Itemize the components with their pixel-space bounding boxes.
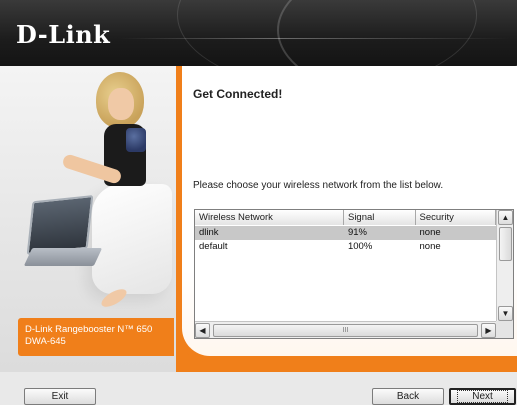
photo-person — [108, 88, 134, 120]
network-name: dlink — [199, 227, 219, 238]
network-security: none — [419, 241, 441, 252]
network-name: default — [199, 241, 228, 252]
scrollbar-corner — [496, 321, 513, 338]
scroll-up-button[interactable]: ▲ — [498, 210, 513, 225]
product-name: D-Link Rangebooster N™ 650 — [25, 324, 153, 335]
exit-button[interactable]: Exit — [24, 388, 96, 405]
chevron-left-icon: ◀ — [199, 326, 206, 335]
footer-bar: Exit Back Next — [0, 372, 517, 405]
next-button-label: Next — [457, 390, 508, 403]
vertical-scroll-thumb[interactable] — [499, 227, 512, 261]
header-banner: D-Link — [0, 0, 517, 66]
product-label: D-Link Rangebooster N™ 650 DWA-645 — [18, 318, 174, 356]
d-link-logo: D-Link — [16, 20, 111, 49]
instruction-text: Please choose your wireless network from… — [193, 180, 444, 191]
column-header-signal[interactable]: Signal — [343, 210, 416, 225]
network-security: none — [419, 227, 441, 238]
vertical-scrollbar[interactable]: ▲ ▼ — [496, 210, 513, 321]
banner-swoosh — [177, 0, 477, 66]
back-button-label: Back — [396, 391, 420, 402]
product-model: DWA-645 — [25, 336, 66, 347]
banner-swoosh — [120, 38, 510, 39]
list-rows: dlink 91% none default 100% none — [195, 226, 496, 254]
scroll-left-button[interactable]: ◀ — [195, 323, 210, 338]
chevron-right-icon: ▶ — [485, 326, 492, 335]
scroll-down-button[interactable]: ▼ — [498, 306, 513, 321]
horizontal-scroll-thumb[interactable]: III — [213, 324, 478, 337]
back-button[interactable]: Back — [372, 388, 444, 405]
chevron-up-icon: ▲ — [501, 213, 510, 222]
column-header-wireless-network[interactable]: Wireless Network — [195, 210, 344, 225]
scroll-right-button[interactable]: ▶ — [481, 323, 496, 338]
photo-laptop — [26, 195, 94, 255]
photo-laptop — [23, 248, 103, 266]
network-signal: 100% — [347, 241, 373, 252]
scroll-grip: III — [342, 327, 349, 334]
network-signal: 91% — [347, 227, 367, 238]
photo-mug — [126, 128, 146, 152]
network-row-default[interactable]: default 100% none — [195, 240, 496, 254]
photo-person — [92, 184, 172, 294]
horizontal-scrollbar[interactable]: ◀ III ▶ — [195, 321, 496, 338]
page-title: Get Connected! — [193, 87, 283, 101]
column-header-security[interactable]: Security — [415, 210, 497, 225]
chevron-down-icon: ▼ — [501, 309, 510, 318]
network-row-dlink[interactable]: dlink 91% none — [195, 226, 496, 240]
exit-button-label: Exit — [51, 391, 69, 402]
list-header: Wireless Network Signal Security — [195, 210, 497, 225]
next-button[interactable]: Next — [449, 388, 516, 405]
wireless-network-list[interactable]: Wireless Network Signal Security dlink 9… — [194, 209, 514, 339]
wizard-panel: Get Connected! Please choose your wirele… — [176, 66, 517, 362]
